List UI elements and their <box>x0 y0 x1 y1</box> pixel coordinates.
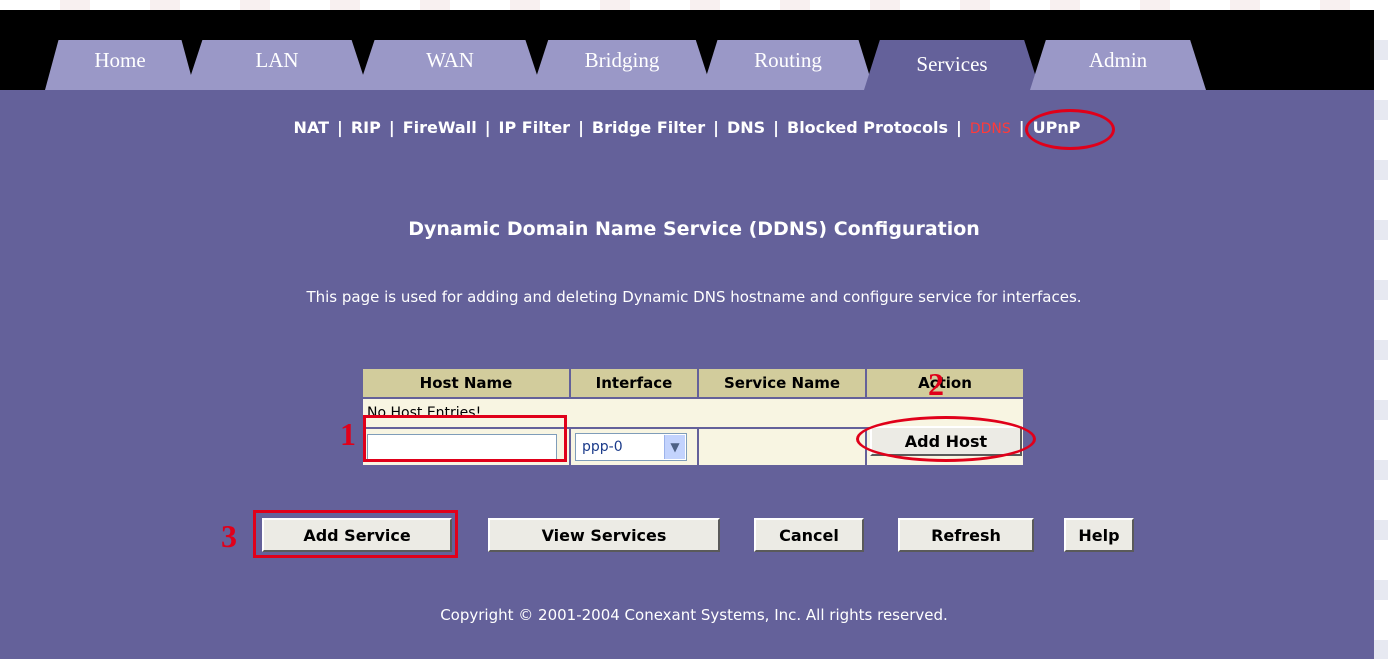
tab-home-label: Home <box>94 48 146 72</box>
subnav-separator: | <box>713 118 719 137</box>
tab-routing[interactable]: Routing <box>702 40 874 90</box>
view-services-button[interactable]: View Services <box>488 518 720 552</box>
subnav-rip[interactable]: RIP <box>351 118 381 137</box>
annotation-3: 3 <box>221 518 237 554</box>
tab-bridging[interactable]: Bridging <box>532 40 712 90</box>
subnav-separator: | <box>578 118 584 137</box>
annotation-1: 1 <box>340 416 356 452</box>
tab-wan[interactable]: WAN <box>358 40 542 90</box>
page-title: Dynamic Domain Name Service (DDNS) Confi… <box>408 218 980 240</box>
tab-admin-label: Admin <box>1088 48 1148 72</box>
main-tab-bar: Home LAN WAN Bridging Routing Services A… <box>0 10 1374 90</box>
subnav-ddns[interactable]: DDNS <box>970 121 1011 137</box>
page-description: This page is used for adding and deletin… <box>306 288 1082 306</box>
subnav-firewall[interactable]: FireWall <box>403 118 477 137</box>
interface-selected-value: ppp-0 <box>582 439 623 455</box>
subnav-dns[interactable]: DNS <box>727 118 765 137</box>
tab-admin[interactable]: Admin <box>1030 40 1206 90</box>
tab-lan-label: LAN <box>255 48 299 72</box>
subnav-nat[interactable]: NAT <box>294 118 329 137</box>
subnav-separator: | <box>388 118 395 137</box>
router-config-page: Home LAN WAN Bridging Routing Services A… <box>0 10 1374 659</box>
subnav-ip-filter[interactable]: IP Filter <box>499 118 571 137</box>
annotation-2: 2 <box>928 366 944 402</box>
interface-cell: ppp-0 ▼ <box>571 429 697 465</box>
cancel-button[interactable]: Cancel <box>754 518 864 552</box>
subnav-separator: | <box>1018 118 1025 137</box>
tab-services-label: Services <box>916 52 988 76</box>
watermark-right <box>1374 0 1388 659</box>
col-service-name: Service Name <box>699 369 865 397</box>
tab-wan-label: WAN <box>426 48 474 72</box>
ddns-highlight-circle <box>1025 109 1115 150</box>
service-name-cell <box>699 429 865 465</box>
services-subnav: NAT | RIP | FireWall | IP Filter | Bridge Filter… <box>0 118 1374 137</box>
copyright: Copyright © 2001-2004 Conexant Systems, … <box>440 606 948 624</box>
tab-bridging-label: Bridging <box>584 48 660 72</box>
subnav-bridge-filter[interactable]: Bridge Filter <box>592 118 705 137</box>
col-interface: Interface <box>571 369 697 397</box>
subnav-separator: | <box>955 118 962 137</box>
subnav-blocked-protocols[interactable]: Blocked Protocols <box>787 118 948 137</box>
subnav-separator: | <box>773 118 779 137</box>
tab-home[interactable]: Home <box>45 40 195 90</box>
subnav-separator: | <box>484 118 491 137</box>
tab-services[interactable]: Services <box>864 40 1040 90</box>
col-action: Action <box>867 369 1023 397</box>
watermark-top <box>0 0 1388 10</box>
col-host-name: Host Name <box>363 369 569 397</box>
help-button[interactable]: Help <box>1064 518 1134 552</box>
subnav-separator: | <box>337 118 343 137</box>
chevron-down-icon[interactable]: ▼ <box>664 435 685 459</box>
refresh-button[interactable]: Refresh <box>898 518 1034 552</box>
add-host-highlight-circle <box>856 416 1036 462</box>
table-header-row: Host Name Interface Service Name Action <box>363 369 1023 397</box>
host-input-highlight-box <box>363 415 567 462</box>
interface-select[interactable]: ppp-0 ▼ <box>575 433 687 461</box>
add-service-highlight-box <box>253 510 458 558</box>
tab-routing-label: Routing <box>754 48 822 72</box>
tab-lan[interactable]: LAN <box>186 40 368 90</box>
